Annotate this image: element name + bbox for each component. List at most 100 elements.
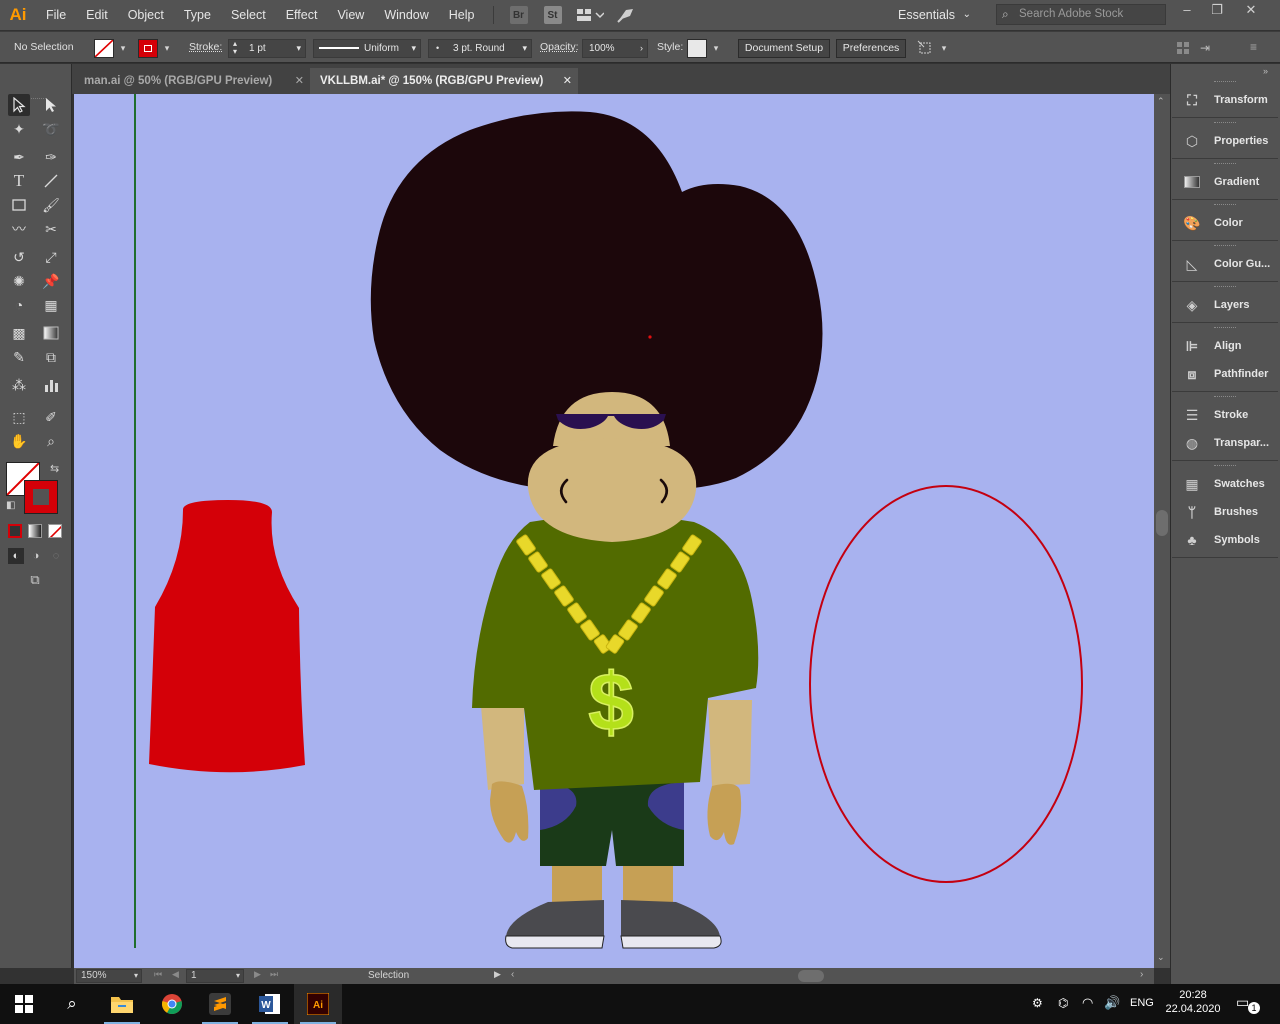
preferences-button[interactable]: Preferences [836, 39, 906, 58]
artboard-canvas[interactable]: $ [74, 94, 1154, 968]
pen-tool-icon[interactable]: ✒ [8, 146, 30, 168]
word-app[interactable]: W [246, 984, 294, 1024]
line-tool-icon[interactable] [40, 170, 62, 192]
clock[interactable]: 20:28 22.04.2020 [1160, 988, 1226, 1016]
menu-window[interactable]: Window [374, 0, 438, 30]
type-tool-icon[interactable]: T [8, 170, 30, 192]
language-indicator[interactable]: ENG [1130, 997, 1154, 1009]
panel-brushes[interactable]: ᛘ Brushes [1176, 499, 1276, 525]
shape-builder-tool-icon[interactable]: ◔ [8, 294, 30, 316]
panel-color-guide[interactable]: ◺ Color Gu... [1176, 251, 1276, 277]
scissors-tool-icon[interactable]: ✂ [40, 218, 62, 240]
stroke-swatch[interactable] [138, 39, 158, 58]
chrome-app[interactable] [148, 984, 196, 1024]
align-dropdown[interactable]: ▾ [936, 39, 952, 58]
zoom-tool-icon[interactable]: ⌕ [40, 430, 62, 452]
arrange-icon[interactable] [1176, 41, 1190, 55]
none-mode-icon[interactable] [48, 524, 62, 538]
eyedropper-tool-icon[interactable]: ✎ [8, 346, 30, 368]
draw-normal-icon[interactable]: ◐ [8, 548, 24, 564]
rectangle-tool-icon[interactable] [8, 194, 30, 216]
stroke-color-box[interactable] [24, 480, 58, 514]
slice-tool-icon[interactable]: ✐ [40, 406, 62, 428]
scale-tool-icon[interactable]: ⤢ [40, 246, 62, 268]
scroll-right-icon[interactable]: › [1140, 969, 1143, 980]
symbol-sprayer-tool-icon[interactable]: ⁂ [8, 374, 30, 396]
tab-man[interactable]: man.ai @ 50% (RGB/GPU Preview) ✕ [74, 68, 310, 94]
draw-behind-icon[interactable]: ◑ [28, 548, 44, 564]
panel-swatches[interactable]: ▦ Swatches [1176, 471, 1276, 497]
next-artboard-icon[interactable]: ▶ [254, 969, 261, 980]
panel-color[interactable]: 🎨 Color [1176, 210, 1276, 236]
color-mode-icon[interactable] [8, 524, 22, 538]
screen-mode-icon[interactable]: ⧉ [24, 572, 46, 590]
artboard-number-field[interactable]: 1 ▾ [186, 969, 244, 983]
expand-panels-icon[interactable]: » [1263, 66, 1268, 76]
scroll-left-icon[interactable]: ‹ [511, 969, 514, 980]
column-graph-tool-icon[interactable] [40, 374, 62, 396]
shaper-tool-icon[interactable]: 〰 [8, 218, 30, 240]
panel-properties[interactable]: ⬡ Properties [1176, 128, 1276, 154]
panel-symbols[interactable]: ♣ Symbols [1176, 527, 1276, 553]
scroll-down-icon[interactable]: ⌄ [1157, 952, 1165, 963]
swap-fill-stroke-icon[interactable]: ⇆ [50, 462, 59, 475]
brush-definition[interactable]: • 3 pt. Round ▾ [428, 39, 532, 58]
paintbrush-tool-icon[interactable]: 🖌 [40, 194, 62, 216]
cartoon-character[interactable]: $ [370, 111, 823, 949]
curvature-tool-icon[interactable]: ✑ [40, 146, 62, 168]
close-window-button[interactable]: ✕ [1236, 0, 1266, 22]
start-button[interactable] [0, 984, 48, 1024]
action-center-button[interactable]: ▭ 1 [1236, 994, 1260, 1014]
previous-artboard-icon[interactable]: ◀ [172, 969, 179, 980]
panel-stroke[interactable]: ☰ Stroke [1176, 402, 1276, 428]
menu-help[interactable]: Help [439, 0, 485, 30]
red-tank-top[interactable] [149, 500, 305, 773]
selection-tool-icon[interactable] [8, 94, 30, 116]
search-stock-input[interactable]: ⌕ Search Adobe Stock [996, 4, 1166, 25]
illustrator-app[interactable]: Ai [294, 984, 342, 1024]
panel-transform[interactable]: ⛶ Transform [1176, 87, 1276, 113]
opacity-field[interactable]: 100% › [582, 39, 648, 58]
blend-tool-icon[interactable]: ⧉ [40, 346, 62, 368]
file-explorer-app[interactable] [98, 984, 146, 1024]
horizontal-scroll-thumb[interactable] [798, 970, 824, 982]
rotate-tool-icon[interactable]: ↺ [8, 246, 30, 268]
gradient-tool-icon[interactable] [40, 322, 62, 344]
artboard-tool-icon[interactable]: ⬚ [8, 406, 30, 428]
stroke-dropdown[interactable]: ▾ [159, 39, 175, 58]
magic-wand-tool-icon[interactable]: ✦ [8, 118, 30, 140]
draw-inside-icon[interactable]: ◌ [48, 548, 64, 564]
usb-icon[interactable]: ⌬ [1058, 996, 1068, 1010]
tray-app-icon[interactable]: ⚙ [1032, 996, 1043, 1010]
mesh-tool-icon[interactable]: ▩ [8, 322, 30, 344]
stroke-weight-stepper[interactable]: ▴ ▾ [233, 40, 237, 56]
panel-pathfinder[interactable]: ⧈ Pathfinder [1176, 361, 1276, 387]
wifi-icon[interactable]: ◠ [1082, 995, 1093, 1011]
sublime-app[interactable] [196, 984, 244, 1024]
gpu-performance-icon[interactable] [616, 6, 636, 24]
panel-layers[interactable]: ◈ Layers [1176, 292, 1276, 318]
direct-selection-tool-icon[interactable] [40, 94, 62, 116]
document-setup-button[interactable]: Document Setup [738, 39, 830, 58]
fill-dropdown[interactable]: ▾ [115, 39, 131, 58]
first-artboard-icon[interactable]: ⏮ [154, 969, 162, 980]
arrange-documents-icon[interactable] [576, 6, 604, 24]
red-ellipse-outline[interactable] [809, 485, 1083, 883]
menu-object[interactable]: Object [118, 0, 174, 30]
menu-view[interactable]: View [327, 0, 374, 30]
bridge-icon[interactable]: Br [509, 6, 528, 24]
panel-transparency[interactable]: ◍ Transpar... [1176, 430, 1276, 456]
vertical-scrollbar[interactable]: ⌃ ⌄ [1154, 94, 1170, 968]
volume-icon[interactable]: 🔊 [1104, 995, 1120, 1011]
status-menu-icon[interactable]: ▶ [494, 969, 501, 980]
puppet-warp-tool-icon[interactable]: 📌 [40, 270, 62, 292]
graphic-style-swatch[interactable] [687, 39, 707, 58]
menu-edit[interactable]: Edit [76, 0, 118, 30]
stroke-weight-field[interactable]: ▴ ▾ 1 pt ▾ [228, 39, 306, 58]
search-button[interactable]: ⌕ [48, 984, 96, 1024]
scroll-up-icon[interactable]: ⌃ [1157, 96, 1165, 107]
minimize-button[interactable]: – [1172, 0, 1202, 22]
menu-select[interactable]: Select [221, 0, 276, 30]
panel-gradient[interactable]: Gradient [1176, 169, 1276, 195]
fill-swatch[interactable] [94, 39, 114, 58]
